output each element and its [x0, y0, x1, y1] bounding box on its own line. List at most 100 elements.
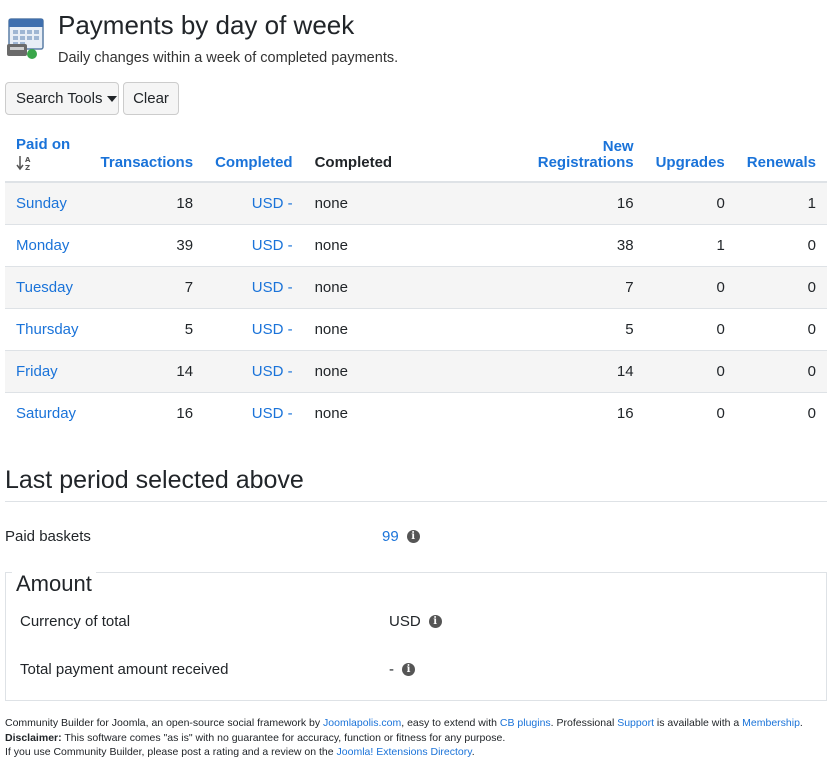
currency-of-total-label: Currency of total — [20, 613, 131, 630]
currency-link[interactable]: USD - — [204, 308, 304, 351]
upgrades-cell: 0 — [644, 350, 736, 393]
transactions-cell: 39 — [89, 224, 205, 267]
day-link[interactable]: Saturday — [5, 392, 90, 434]
day-link[interactable]: Sunday — [5, 181, 90, 225]
new-registrations-line1: New — [602, 138, 634, 155]
jed-link[interactable]: Joomla! Extensions Directory — [337, 746, 472, 758]
search-tools-button[interactable]: Search Tools — [5, 82, 119, 115]
completed-cell: none — [303, 392, 485, 434]
divider — [5, 501, 827, 502]
total-value: - — [389, 661, 394, 678]
info-icon[interactable]: i — [428, 615, 442, 628]
amount-fieldset — [5, 572, 827, 701]
column-header-renewals[interactable]: Renewals — [736, 137, 827, 182]
table-row: Sunday 18 USD - none 16 0 1 — [5, 181, 827, 225]
amount-legend: Amount — [12, 571, 96, 597]
currency-link[interactable]: USD - — [204, 392, 304, 434]
transactions-cell: 7 — [89, 266, 205, 309]
completed-cell: none — [303, 224, 485, 267]
calendar-icon — [7, 18, 44, 59]
page-subtitle: Daily changes within a week of completed… — [58, 50, 399, 66]
footer-line-3: If you use Community Builder, please pos… — [5, 745, 825, 760]
completed-cell: none — [303, 308, 485, 351]
section-title: Last period selected above — [5, 466, 304, 494]
page-header: Payments by day of week Daily changes wi… — [6, 8, 821, 68]
column-header-new-registrations[interactable]: New Registrations — [485, 137, 645, 182]
currency-link[interactable]: USD - — [204, 266, 304, 309]
renewals-cell: 0 — [735, 266, 827, 309]
renewals-cell: 0 — [735, 350, 827, 393]
column-header-transactions[interactable]: Transactions — [90, 137, 205, 182]
upgrades-cell: 0 — [644, 308, 736, 351]
currency-of-total-value: USD i — [389, 613, 442, 630]
table-row: Tuesday 7 USD - none 7 0 0 — [5, 266, 827, 309]
support-link[interactable]: Support — [617, 717, 654, 729]
currency-link[interactable]: USD - — [204, 181, 304, 225]
new-registrations-cell: 38 — [484, 224, 645, 267]
new-registrations-cell: 7 — [484, 266, 645, 309]
upgrades-cell: 1 — [644, 224, 736, 267]
new-registrations-cell: 16 — [484, 392, 645, 434]
footer-text: . — [799, 717, 803, 729]
table-row: Thursday 5 USD - none 5 0 0 — [5, 308, 827, 351]
completed-cell: none — [303, 350, 485, 393]
clear-button[interactable]: Clear — [123, 82, 179, 115]
table-row: Saturday 16 USD - none 16 0 0 — [5, 392, 827, 434]
svg-text:A: A — [25, 156, 31, 164]
currency-link[interactable]: USD - — [204, 350, 304, 393]
paid-baskets-value: 99 i — [382, 528, 420, 545]
column-header-completed-currency[interactable]: Completed — [204, 137, 304, 182]
joomlapolis-link[interactable]: Joomlapolis.com — [323, 717, 401, 729]
completed-cell: none — [303, 266, 485, 309]
info-icon[interactable]: i — [402, 663, 415, 676]
currency-link[interactable]: USD - — [204, 224, 304, 267]
table-header-row: Paid on A Z Transactions Completed Compl… — [5, 137, 827, 182]
paid-baskets-label: Paid baskets — [5, 528, 91, 545]
cb-plugins-link[interactable]: CB plugins — [500, 717, 551, 729]
info-icon[interactable]: i — [406, 530, 420, 543]
page-title: Payments by day of week — [58, 10, 355, 40]
footer: Community Builder for Joomla, an open-so… — [5, 716, 825, 760]
upgrades-cell: 0 — [644, 266, 736, 309]
footer-text: . Professional — [550, 717, 618, 729]
disclaimer-label: Disclaimer: — [5, 731, 62, 744]
search-tools-label: Search Tools — [16, 90, 103, 107]
paid-baskets-link[interactable]: 99 — [382, 528, 399, 545]
transactions-cell: 18 — [89, 181, 205, 225]
new-registrations-line2: Registrations — [537, 154, 634, 171]
payments-table: Paid on A Z Transactions Completed Compl… — [5, 137, 827, 434]
day-link[interactable]: Tuesday — [5, 266, 90, 309]
paid-on-label: Paid on — [16, 136, 71, 153]
column-header-paid-on[interactable]: Paid on A Z — [5, 137, 90, 182]
day-link[interactable]: Friday — [5, 350, 90, 393]
new-registrations-cell: 5 — [484, 308, 645, 351]
footer-text: is available with a — [654, 717, 743, 729]
renewals-cell: 0 — [735, 308, 827, 351]
footer-text: If you use Community Builder, please pos… — [5, 746, 337, 758]
clear-label: Clear — [133, 90, 169, 107]
renewals-cell: 0 — [735, 392, 827, 434]
transactions-cell: 16 — [89, 392, 205, 434]
renewals-cell: 0 — [735, 224, 827, 267]
footer-line-2: Disclaimer: This software comes "as is" … — [5, 731, 825, 746]
column-header-completed: Completed — [314, 154, 393, 171]
day-link[interactable]: Thursday — [5, 308, 90, 351]
new-registrations-cell: 16 — [484, 181, 645, 225]
upgrades-cell: 0 — [644, 392, 736, 434]
table-row: Monday 39 USD - none 38 1 0 — [5, 224, 827, 267]
footer-line-1: Community Builder for Joomla, an open-so… — [5, 716, 825, 731]
renewals-cell: 1 — [735, 181, 827, 225]
footer-text: , easy to extend with — [401, 717, 500, 729]
total-payment-label: Total payment amount received — [20, 661, 229, 678]
day-link[interactable]: Monday — [5, 224, 90, 267]
transactions-cell: 5 — [89, 308, 205, 351]
new-registrations-cell: 14 — [484, 350, 645, 393]
total-payment-value: - i — [389, 661, 415, 678]
completed-cell: none — [303, 181, 485, 225]
caret-down-icon — [107, 95, 118, 102]
sort-alpha-icon: A Z — [16, 156, 31, 171]
column-header-upgrades[interactable]: Upgrades — [645, 137, 736, 182]
upgrades-cell: 0 — [644, 181, 736, 225]
footer-text: . — [471, 746, 475, 758]
membership-link[interactable]: Membership — [742, 717, 800, 729]
